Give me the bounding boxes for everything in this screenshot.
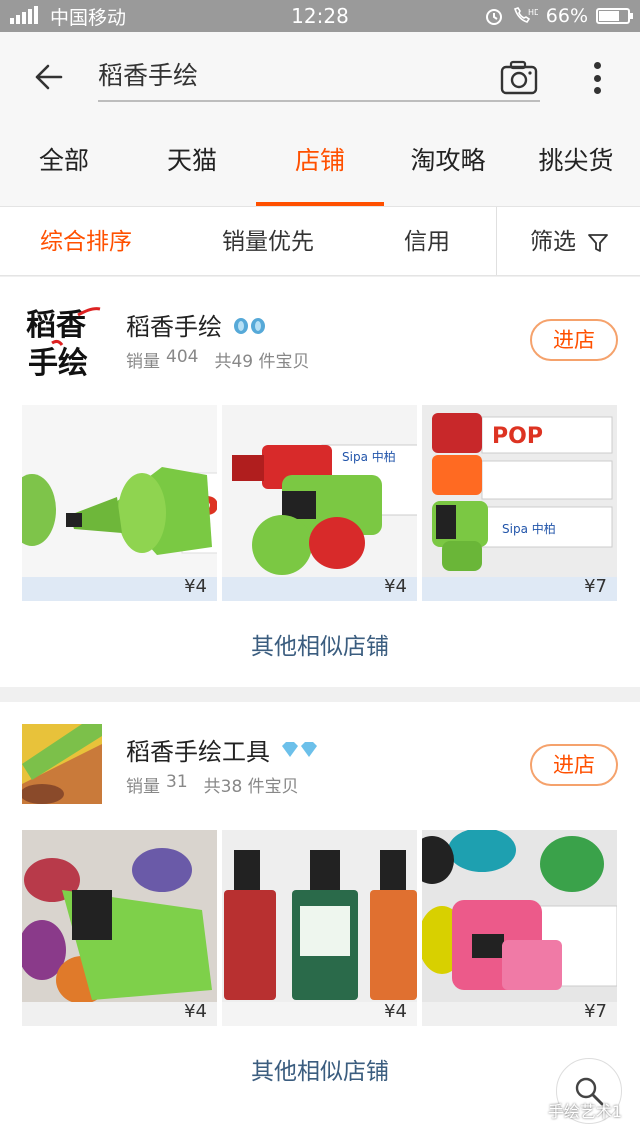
product-thumbnail[interactable]: Sipa 中柏 ¥4 [222, 405, 417, 601]
marker-image: POP Sipa 中柏 [422, 405, 617, 601]
product-row: P ¥4 Sipa 中柏 [22, 405, 618, 601]
shop-logo[interactable] [22, 724, 102, 804]
marker-image: Sipa 中柏 [222, 405, 417, 601]
product-price: ¥4 [384, 576, 407, 597]
item-count: 共49 件宝贝 [214, 352, 310, 372]
sort-divider [496, 207, 497, 275]
sort-comprehensive[interactable]: 综合排序 [40, 207, 132, 277]
search-input[interactable]: 稻香手绘 [98, 56, 540, 102]
svg-text:Sipa 中柏: Sipa 中柏 [342, 449, 396, 464]
app-root: 中国移动 12:28 HD 66% 稻香手绘 全部 天猫 店铺 淘攻略 挑尖货 … [0, 0, 640, 1138]
battery-icon [596, 8, 633, 24]
battery-percent: 66% [545, 5, 588, 27]
marker-image [422, 830, 617, 1026]
sales-label: 销量 [126, 777, 160, 797]
product-thumbnail[interactable]: POP Sipa 中柏 ¥7 [422, 405, 617, 601]
tab-picks[interactable]: 挑尖货 [512, 122, 640, 206]
svg-text:手绘: 手绘 [28, 346, 88, 379]
product-thumbnail[interactable]: ¥7 [422, 830, 617, 1026]
camera-icon[interactable] [500, 60, 538, 96]
svg-text:Sipa 中柏: Sipa 中柏 [502, 521, 556, 536]
wechat-icon [520, 1103, 541, 1117]
watermark: 手绘艺术1 [520, 1098, 622, 1122]
alarm-icon [485, 9, 502, 25]
marker-image [222, 830, 417, 1026]
carrier-label: 中国移动 [50, 6, 127, 29]
diamond-icon [280, 741, 320, 759]
product-price: ¥4 [184, 576, 207, 597]
status-right: HD 66% [484, 5, 633, 27]
sales-label: 销量 [126, 352, 160, 372]
filter-icon [588, 233, 609, 252]
product-row: ¥4 ¥4 ¥7 [22, 830, 618, 1026]
shop-name-text: 稻香手绘工具 [126, 738, 270, 766]
svg-text:HD: HD [528, 8, 538, 17]
enter-shop-button[interactable]: 进店 [530, 744, 618, 786]
signal-icon [10, 6, 46, 26]
tab-guides[interactable]: 淘攻略 [384, 122, 512, 206]
hd-call-icon: HD [513, 7, 538, 23]
sort-credit[interactable]: 信用 [404, 207, 450, 277]
shop-name[interactable]: 稻香手绘工具 [126, 732, 320, 767]
sort-sales[interactable]: 销量优先 [222, 207, 314, 277]
shop-logo[interactable]: 稻香 手绘 [22, 299, 102, 379]
shop-name[interactable]: 稻香手绘 [126, 307, 268, 342]
shop-card[interactable]: 稻香 手绘 稻香手绘 销量 404 共49 件宝贝 进店 ¥4 Sipa 中柏 … [0, 277, 640, 687]
product-price: ¥7 [584, 1001, 607, 1022]
enter-shop-button[interactable]: 进店 [530, 319, 618, 361]
similar-shops-link[interactable]: 其他相似店铺 [0, 627, 640, 661]
marker-image: P [22, 405, 217, 601]
tab-shops[interactable]: 店铺 [256, 122, 384, 206]
status-left: 中国移动 [10, 3, 126, 30]
search-header: 稻香手绘 [0, 32, 640, 122]
product-thumbnail[interactable]: ¥4 [22, 830, 217, 1026]
shop-name-text: 稻香手绘 [126, 313, 222, 341]
sales-count: 404 [166, 347, 199, 367]
product-thumbnail[interactable]: P ¥4 [22, 405, 217, 601]
crown-icon [232, 315, 268, 335]
back-arrow-icon[interactable] [18, 47, 78, 107]
watermark-text: 手绘艺术1 [547, 1102, 622, 1121]
sort-bar: 综合排序 销量优先 信用 筛选 [0, 206, 640, 276]
filter-label: 筛选 [530, 229, 576, 255]
similar-shops-link[interactable]: 其他相似店铺 [0, 1052, 640, 1086]
svg-text:POP: POP [492, 424, 543, 449]
shop-card[interactable]: 稻香手绘工具 销量 31 共38 件宝贝 进店 ¥4 ¥4 ¥7 其他相似店铺 [0, 702, 640, 1138]
search-query: 稻香手绘 [98, 61, 199, 90]
product-thumbnail[interactable]: ¥4 [222, 830, 417, 1026]
tab-all[interactable]: 全部 [0, 122, 128, 206]
product-price: ¥4 [384, 1001, 407, 1022]
status-bar: 中国移动 12:28 HD 66% [0, 0, 640, 32]
filter-button[interactable]: 筛选 [530, 207, 609, 277]
sales-count: 31 [166, 772, 188, 792]
shop-meta: 销量 31 共38 件宝贝 [126, 772, 299, 797]
svg-text:稻香: 稻香 [26, 308, 86, 343]
item-count: 共38 件宝贝 [203, 777, 299, 797]
marker-image [22, 830, 217, 1026]
category-tabs: 全部 天猫 店铺 淘攻略 挑尖货 [0, 122, 640, 206]
product-price: ¥7 [584, 576, 607, 597]
tab-tmall[interactable]: 天猫 [128, 122, 256, 206]
product-price: ¥4 [184, 1001, 207, 1022]
more-options-icon[interactable] [582, 58, 612, 98]
shop-meta: 销量 404 共49 件宝贝 [126, 347, 310, 372]
